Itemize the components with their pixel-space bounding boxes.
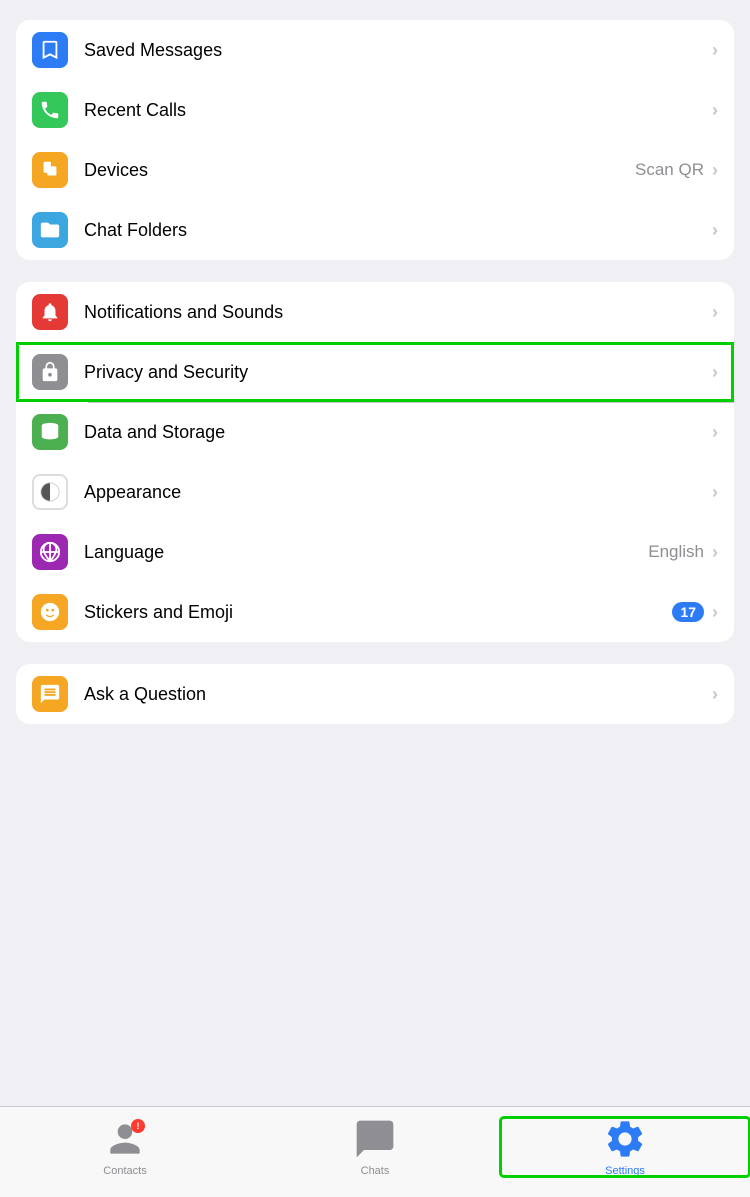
appearance-chevron: ›	[712, 482, 718, 503]
ask-question-right: ›	[708, 684, 718, 705]
chat-folders-label: Chat Folders	[84, 220, 708, 241]
privacy-security-right: ›	[708, 362, 718, 383]
phone-icon	[32, 92, 68, 128]
devices-right-text: Scan QR	[635, 160, 704, 180]
notifications-label: Notifications and Sounds	[84, 302, 708, 323]
settings-row-privacy-security[interactable]: Privacy and Security›	[16, 342, 734, 402]
saved-messages-right: ›	[708, 40, 718, 61]
settings-row-saved-messages[interactable]: Saved Messages›	[16, 20, 734, 80]
data-storage-chevron: ›	[712, 422, 718, 443]
chats-tab-label: Chats	[361, 1165, 390, 1177]
settings-row-notifications[interactable]: Notifications and Sounds›	[16, 282, 734, 342]
lock-icon	[32, 354, 68, 390]
tab-chats[interactable]: Chats	[250, 1117, 500, 1177]
stickers-emoji-badge: 17	[672, 602, 704, 622]
data-storage-label: Data and Storage	[84, 422, 708, 443]
tab-bar: ! Contacts Chats Settings	[0, 1106, 750, 1197]
halfcircle-icon	[32, 474, 68, 510]
devices-chevron: ›	[712, 160, 718, 181]
recent-calls-label: Recent Calls	[84, 100, 708, 121]
sticker-icon	[32, 594, 68, 630]
data-storage-right: ›	[708, 422, 718, 443]
settings-row-stickers-emoji[interactable]: Stickers and Emoji17 ›	[16, 582, 734, 642]
settings-row-chat-folders[interactable]: Chat Folders›	[16, 200, 734, 260]
contacts-badge: !	[131, 1119, 145, 1133]
notifications-right: ›	[708, 302, 718, 323]
folder-icon	[32, 212, 68, 248]
database-icon	[32, 414, 68, 450]
saved-messages-chevron: ›	[712, 40, 718, 61]
settings-row-language[interactable]: LanguageEnglish ›	[16, 522, 734, 582]
stickers-emoji-label: Stickers and Emoji	[84, 602, 672, 623]
settings-row-data-storage[interactable]: Data and Storage›	[16, 402, 734, 462]
ask-question-label: Ask a Question	[84, 684, 708, 705]
settings-row-appearance[interactable]: Appearance›	[16, 462, 734, 522]
contacts-tab-icon: !	[103, 1117, 147, 1161]
globe-icon	[32, 534, 68, 570]
chat-icon	[32, 676, 68, 712]
settings-group-2: Notifications and Sounds›Privacy and Sec…	[16, 282, 734, 642]
chats-tab-icon	[353, 1117, 397, 1161]
bookmark-icon	[32, 32, 68, 68]
settings-group-3: Ask a Question›	[16, 664, 734, 724]
language-label: Language	[84, 542, 648, 563]
contacts-tab-label: Contacts	[103, 1165, 146, 1177]
settings-row-devices[interactable]: DevicesScan QR ›	[16, 140, 734, 200]
privacy-security-label: Privacy and Security	[84, 362, 708, 383]
recent-calls-chevron: ›	[712, 100, 718, 121]
privacy-security-chevron: ›	[712, 362, 718, 383]
settings-row-ask-question[interactable]: Ask a Question›	[16, 664, 734, 724]
chat-folders-chevron: ›	[712, 220, 718, 241]
language-right-text: English	[648, 542, 704, 562]
saved-messages-label: Saved Messages	[84, 40, 708, 61]
recent-calls-right: ›	[708, 100, 718, 121]
language-right: English ›	[648, 542, 718, 563]
settings-tab-label: Settings	[605, 1165, 645, 1177]
content-area: Saved Messages›Recent Calls›DevicesScan …	[0, 0, 750, 1106]
chat-folders-right: ›	[708, 220, 718, 241]
settings-group-1: Saved Messages›Recent Calls›DevicesScan …	[16, 20, 734, 260]
settings-row-recent-calls[interactable]: Recent Calls›	[16, 80, 734, 140]
language-chevron: ›	[712, 542, 718, 563]
ask-question-chevron: ›	[712, 684, 718, 705]
devices-label: Devices	[84, 160, 635, 181]
appearance-label: Appearance	[84, 482, 708, 503]
stickers-emoji-right: 17 ›	[672, 602, 718, 623]
stickers-emoji-chevron: ›	[712, 602, 718, 623]
devices-right: Scan QR ›	[635, 160, 718, 181]
notifications-chevron: ›	[712, 302, 718, 323]
settings-tab-icon	[603, 1117, 647, 1161]
tab-settings[interactable]: Settings	[500, 1117, 750, 1177]
bell-icon	[32, 294, 68, 330]
devices-icon	[32, 152, 68, 188]
appearance-right: ›	[708, 482, 718, 503]
tab-contacts[interactable]: ! Contacts	[0, 1117, 250, 1177]
